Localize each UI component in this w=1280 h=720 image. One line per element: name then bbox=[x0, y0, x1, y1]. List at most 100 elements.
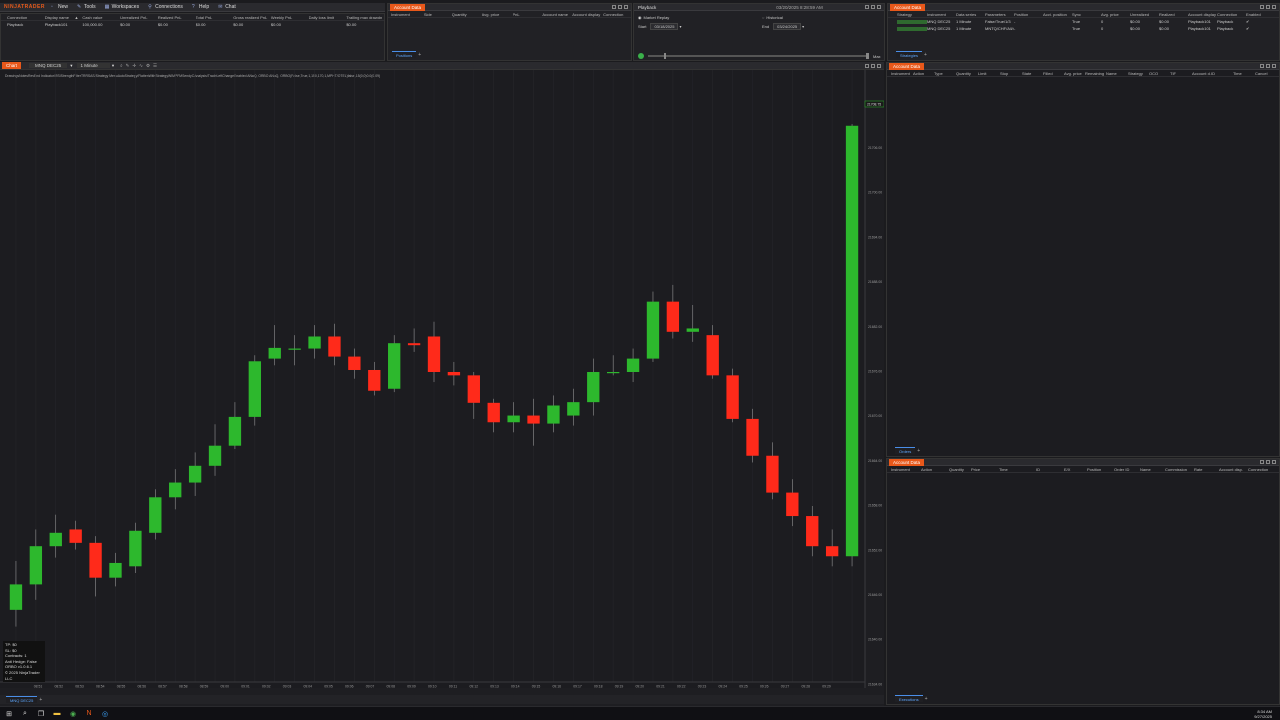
col-strategy[interactable]: Strategy bbox=[1128, 71, 1149, 76]
col-order-id[interactable]: Order ID bbox=[1114, 467, 1140, 472]
col-trailing-dd[interactable]: Trailing max drawdn bbox=[346, 15, 384, 20]
menu-connections[interactable]: ⚲ Connections bbox=[148, 4, 183, 10]
col-instrument[interactable]: Instrument bbox=[927, 12, 956, 17]
maximize-icon[interactable] bbox=[1266, 460, 1270, 464]
interval-selector[interactable]: 1 Minute bbox=[76, 63, 110, 68]
menu-workspaces[interactable]: ▦ Workspaces bbox=[105, 4, 139, 10]
col-weekly-pnl[interactable]: Weekly PnL bbox=[271, 15, 309, 20]
menu-help[interactable]: ? Help bbox=[192, 4, 209, 10]
zoom-icon[interactable]: ⌕ bbox=[120, 63, 123, 68]
tab-orders[interactable]: Orders bbox=[895, 447, 916, 454]
close-icon[interactable] bbox=[877, 63, 881, 68]
col-rate[interactable]: Rate bbox=[1194, 467, 1219, 472]
market-replay-option[interactable]: ◉ Market Replay bbox=[638, 15, 669, 20]
col-side[interactable]: Side bbox=[424, 12, 452, 17]
system-clock[interactable]: 8:34 AM 9/27/2025 bbox=[1254, 709, 1280, 719]
close-icon[interactable] bbox=[624, 5, 628, 9]
col-account-name[interactable]: Account name bbox=[542, 12, 572, 17]
col-instrument[interactable]: Instrument bbox=[891, 71, 913, 76]
col-ex[interactable]: E/X bbox=[1064, 467, 1087, 472]
task-view-icon[interactable]: ❐ bbox=[36, 709, 46, 719]
strategies-icon[interactable]: ⚙ bbox=[146, 63, 150, 69]
col-id[interactable]: ID bbox=[1211, 71, 1233, 76]
maximize-icon[interactable] bbox=[871, 63, 875, 68]
col-limit[interactable]: Limit bbox=[978, 71, 1000, 76]
enabled-checkbox[interactable]: ✔ bbox=[1246, 26, 1266, 31]
col-daily-loss[interactable]: Daily loss limit bbox=[309, 15, 347, 20]
minimize-icon[interactable] bbox=[1260, 460, 1264, 464]
col-sync[interactable]: Sync bbox=[1072, 12, 1101, 17]
minimize-icon[interactable] bbox=[1260, 64, 1264, 68]
properties-icon[interactable]: ☰ bbox=[153, 63, 157, 69]
instrument-selector[interactable]: MNQ DEC25 bbox=[29, 63, 68, 68]
col-cash-value[interactable]: Cash value bbox=[82, 15, 120, 20]
col-position[interactable]: Position bbox=[1087, 467, 1114, 472]
file-explorer-icon[interactable]: ▬ bbox=[52, 709, 62, 719]
col-remaining[interactable]: Remaining bbox=[1085, 71, 1106, 76]
col-account-display[interactable]: Account display bbox=[572, 12, 603, 17]
minimize-icon[interactable] bbox=[865, 63, 869, 68]
col-connection[interactable]: Connection bbox=[603, 12, 631, 17]
add-tab-icon[interactable]: + bbox=[418, 52, 421, 58]
tab-chart-instrument[interactable]: MNQ DEC25 bbox=[6, 696, 38, 703]
playback-slider[interactable] bbox=[648, 55, 868, 57]
col-gross-realized[interactable]: Gross realized PnL bbox=[233, 15, 271, 20]
col-unrealized[interactable]: Unrealized PnL bbox=[120, 15, 158, 20]
close-icon[interactable] bbox=[1272, 64, 1276, 68]
col-display-name[interactable]: Display name bbox=[45, 15, 75, 20]
col-parameters[interactable]: Parameters bbox=[985, 12, 1014, 17]
col-filled[interactable]: Filled bbox=[1043, 71, 1064, 76]
col-type[interactable]: Type bbox=[934, 71, 956, 76]
col-data-series[interactable]: Data series bbox=[956, 12, 985, 17]
search-icon[interactable]: ⌕ bbox=[20, 709, 30, 719]
maximize-icon[interactable] bbox=[1266, 5, 1270, 9]
accounts-row[interactable]: Playback Playback101 100,000.00 $0.00 $0… bbox=[1, 21, 384, 28]
price-chart[interactable]: DrawingsNotesRevEnd Indicator/RSIStrengt… bbox=[0, 70, 884, 694]
col-action[interactable]: Action bbox=[921, 467, 949, 472]
strategy-row[interactable]: MNQ DEC25 1 Minute MNTQ/CHF/All/4 - True… bbox=[888, 25, 1279, 32]
radio-icon[interactable]: ○ bbox=[762, 15, 764, 20]
col-position[interactable]: Position bbox=[1014, 12, 1043, 17]
historical-option[interactable]: ○ Historical bbox=[762, 15, 783, 20]
add-tab-icon[interactable]: + bbox=[917, 448, 920, 454]
play-button[interactable] bbox=[638, 53, 644, 59]
col-oco[interactable]: OCO bbox=[1149, 71, 1170, 76]
col-avg-price[interactable]: Avg. price bbox=[482, 12, 513, 17]
tab-positions[interactable]: Positions bbox=[392, 51, 417, 58]
speed-handle[interactable] bbox=[866, 53, 869, 59]
col-instrument[interactable]: Instrument bbox=[891, 467, 921, 472]
minimize-icon[interactable] bbox=[612, 5, 616, 9]
menu-new[interactable]: ▫ New bbox=[51, 4, 68, 10]
enabled-checkbox[interactable]: ✔ bbox=[1246, 19, 1266, 24]
menu-chat[interactable]: ✉ Chat bbox=[218, 4, 236, 10]
col-connection[interactable]: Connection bbox=[1248, 467, 1274, 472]
maximize-icon[interactable] bbox=[1266, 64, 1270, 68]
minimize-icon[interactable] bbox=[865, 5, 869, 9]
app-icon[interactable]: ◎ bbox=[100, 709, 110, 719]
col-time[interactable]: Time bbox=[1233, 71, 1255, 76]
maximize-icon[interactable] bbox=[618, 5, 622, 9]
col-unrealized[interactable]: Unrealized bbox=[1130, 12, 1159, 17]
col-enabled[interactable]: Enabled bbox=[1246, 12, 1266, 17]
start-date-picker[interactable]: 03/18/2025 bbox=[650, 23, 679, 30]
col-quantity[interactable]: Quantity bbox=[452, 12, 482, 17]
col-action[interactable]: Action bbox=[913, 71, 934, 76]
tab-executions[interactable]: Executions bbox=[895, 695, 923, 702]
col-account[interactable]: Account d. bbox=[1192, 71, 1211, 76]
col-quantity[interactable]: Quantity bbox=[949, 467, 971, 472]
col-commission[interactable]: Commission bbox=[1165, 467, 1194, 472]
maximize-icon[interactable] bbox=[871, 5, 875, 9]
strategy-row[interactable]: MNQ DEC25 1 Minute False/True/1/3 - True… bbox=[888, 18, 1279, 25]
col-connection[interactable]: Connection bbox=[1217, 12, 1246, 17]
col-realized[interactable]: Realized PnL bbox=[158, 15, 196, 20]
end-date-picker[interactable]: 03/24/2025 bbox=[773, 23, 802, 30]
col-name[interactable]: Name bbox=[1106, 71, 1128, 76]
menu-tools[interactable]: ✎ Tools bbox=[77, 4, 96, 10]
col-stop[interactable]: Stop bbox=[1000, 71, 1022, 76]
col-connection[interactable]: Connection bbox=[7, 15, 45, 20]
col-id[interactable]: ID bbox=[1036, 467, 1064, 472]
col-instrument[interactable]: Instrument bbox=[391, 12, 424, 17]
radio-selected-icon[interactable]: ◉ bbox=[638, 15, 642, 20]
crosshair-icon[interactable]: ✛ bbox=[132, 63, 136, 69]
col-strategy[interactable]: Strategy bbox=[897, 12, 927, 17]
